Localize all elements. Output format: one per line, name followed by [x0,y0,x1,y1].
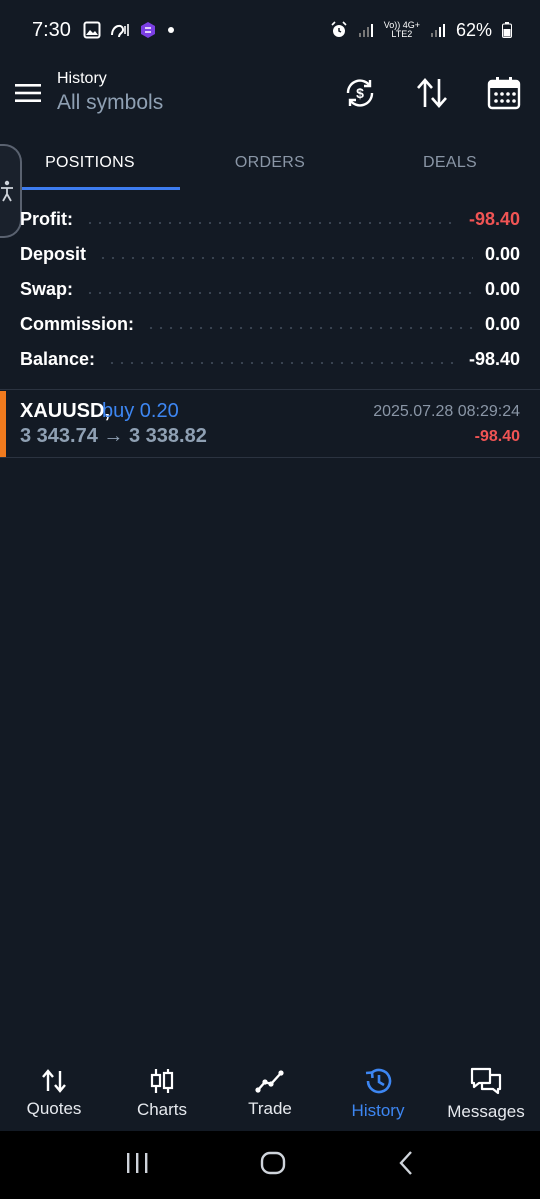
home-button[interactable] [260,1150,286,1181]
battery-icon [502,22,512,38]
leader-dots [85,221,457,224]
history-tabs: POSITIONS ORDERS DEALS [0,136,540,190]
tab-orders[interactable]: ORDERS [180,136,360,190]
nav-charts[interactable]: Charts [108,1056,216,1131]
recent-apps-icon [127,1152,148,1173]
position-symbol: XAUUSD, [20,400,111,422]
accessibility-icon [1,180,13,202]
status-bar: 7:30 Vo)) 4G+ LTE2 62% [0,0,540,60]
nav-quotes[interactable]: Quotes [0,1056,108,1131]
position-time: 2025.07.28 08:29:24 [373,403,520,420]
nav-label: Trade [248,1098,292,1118]
back-icon [399,1150,412,1175]
position-prices: 3 343.74 → 3 338.82 [20,425,207,447]
position-accent-bar [0,391,6,457]
dot-notification-icon [167,27,174,33]
nav-label: Charts [136,1099,188,1119]
nav-label: History [351,1100,405,1120]
currency-sync-button[interactable]: $ [336,69,384,117]
summary-label: Swap: [20,279,74,299]
symbol-filter: All symbols [57,91,164,114]
menu-button[interactable] [0,65,56,121]
sort-button[interactable] [408,69,456,117]
gallery-notification-icon [83,21,101,39]
summary-row-balance: Balance: -98.40 [20,342,520,377]
signal-icon-2 [430,24,445,37]
svg-text:$: $ [356,85,364,101]
nav-trade[interactable]: Trade [216,1056,324,1131]
tab-deals[interactable]: DEALS [360,136,540,190]
nav-messages[interactable]: Messages [432,1056,540,1131]
back-button[interactable] [397,1150,415,1181]
network-type-label: Vo)) 4G+ LTE2 [384,21,420,39]
candlestick-icon [150,1068,174,1093]
home-icon [260,1151,286,1174]
summary-row-profit: Profit: -98.40 [20,202,520,237]
nav-history[interactable]: History [324,1056,432,1131]
battery-level: 62% [455,19,492,40]
currency-sync-icon: $ [346,79,374,107]
nav-label: Quotes [26,1098,82,1118]
status-time: 7:30 [32,18,71,41]
app-header: History All symbols $ [0,60,540,126]
position-profit: -98.40 [474,428,520,445]
chat-bubbles-icon [470,1067,502,1094]
leader-dots [85,291,473,294]
page-title: History [57,70,107,87]
signal-icon-1 [358,24,373,37]
summary-value: 0.00 [484,314,520,334]
summary-label: Profit: [20,209,73,229]
header-text[interactable]: History All symbols [57,69,163,117]
tab-positions[interactable]: POSITIONS [0,136,180,190]
leader-dots [146,326,473,329]
summary-label: Balance: [20,349,96,369]
leader-dots [107,361,457,364]
position-row[interactable]: XAUUSD, buy 0.20 3 343.74 → 3 338.82 202… [0,389,540,458]
calendar-button[interactable] [480,69,528,117]
position-type: buy 0.20 [102,400,179,422]
summary-value: 0.00 [484,279,520,299]
hearing-notification-icon [110,24,129,38]
summary-value: -98.40 [468,209,520,229]
nav-label: Messages [447,1101,525,1121]
summary-value: -98.40 [468,349,520,369]
history-clock-icon [365,1068,392,1093]
calendar-icon [487,77,521,110]
leader-dots [98,256,473,259]
summary-row-commission: Commission: 0.00 [20,307,520,342]
summary-value: 0.00 [484,244,520,264]
network-label-bottom: LTE2 [391,29,413,39]
menu-icon [15,84,41,102]
history-summary: Profit: -98.40 Deposit 0.00 Swap: 0.00 C… [20,202,520,377]
app-notification-icon [140,22,155,38]
system-nav-bar [0,1131,540,1199]
sort-icon [417,78,447,108]
edge-panel-handle[interactable] [0,144,22,238]
summary-label: Commission: [20,314,135,334]
quotes-arrows-icon [42,1068,66,1093]
trend-line-icon [255,1069,284,1093]
summary-row-deposit: Deposit 0.00 [20,237,520,272]
bottom-nav: Quotes Charts Trade History Messages [0,1056,540,1131]
alarm-icon [331,21,347,37]
status-notification-icons [83,21,177,39]
summary-row-swap: Swap: 0.00 [20,272,520,307]
recent-apps-button[interactable] [125,1151,149,1180]
summary-label: Deposit [20,244,87,264]
status-system-icons: Vo)) 4G+ LTE2 62% [330,20,512,41]
